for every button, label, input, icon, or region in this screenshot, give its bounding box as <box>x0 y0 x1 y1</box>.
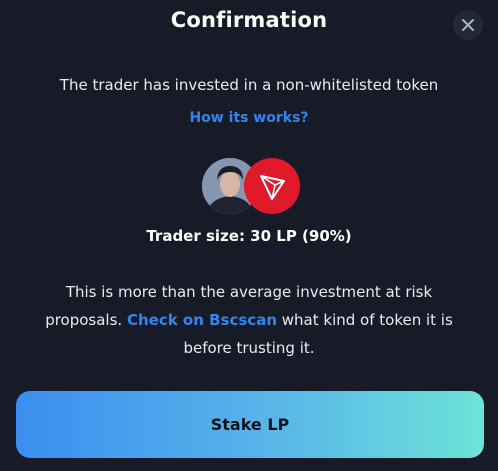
risk-description: This is more than the average investment… <box>40 278 458 362</box>
trader-token-avatars <box>202 158 302 218</box>
close-icon <box>462 19 474 31</box>
bscscan-link[interactable]: Check on Bscscan <box>127 311 277 329</box>
stake-lp-button[interactable]: Stake LP <box>16 391 484 458</box>
modal-subtitle: The trader has invested in a non-whiteli… <box>59 76 439 94</box>
close-button[interactable] <box>453 10 483 40</box>
tron-token-icon <box>244 158 300 214</box>
trader-size: Trader size: 30 LP (90%) <box>146 227 352 245</box>
how-it-works-link[interactable]: How its works? <box>0 110 498 126</box>
modal-title: Confirmation <box>170 8 328 32</box>
confirmation-modal: Confirmation The trader has invested in … <box>0 0 498 471</box>
